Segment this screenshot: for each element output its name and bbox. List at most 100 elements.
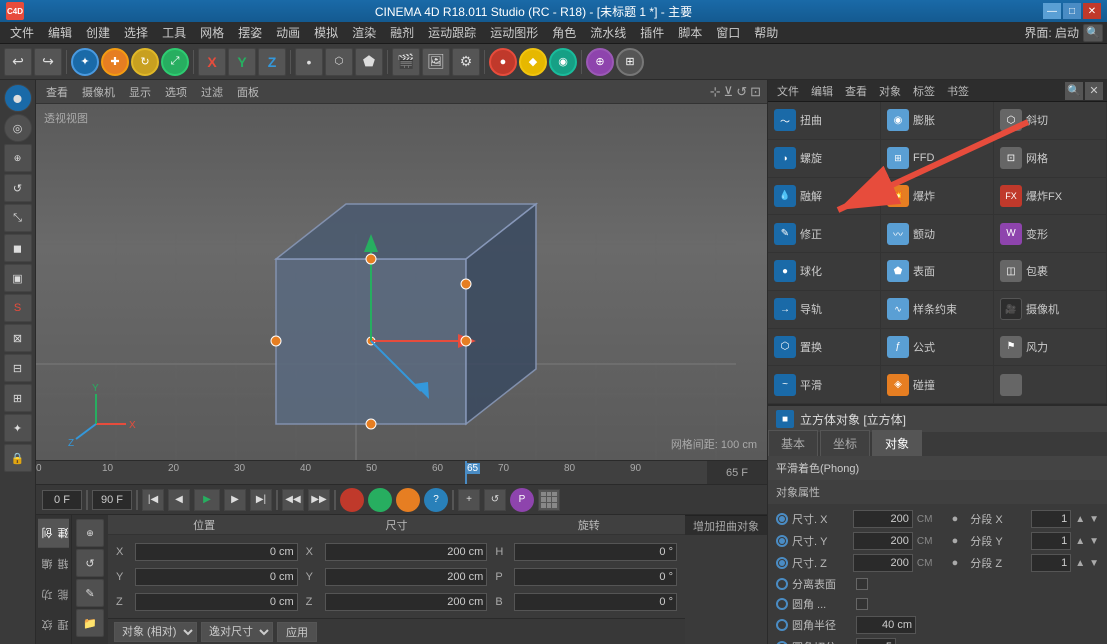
end-frame-input[interactable] [92,490,132,510]
play-circle[interactable] [368,488,392,512]
deformer-wrap[interactable]: ◫ 包裹 [994,253,1107,291]
next-keyframe[interactable]: ▶▶ [308,489,330,511]
menu-plugins[interactable]: 插件 [634,23,670,43]
mode-z-button[interactable]: Z [258,48,286,76]
seg-z-input[interactable] [1031,554,1071,572]
radio-fillet-radius[interactable] [776,619,788,631]
seg-z-down[interactable]: ▼ [1089,558,1099,569]
deformer-explode[interactable]: 💥 爆炸 [881,178,994,216]
info-circle[interactable]: ? [424,488,448,512]
go-end-button[interactable]: ▶| [250,489,272,511]
menu-mesh[interactable]: 网格 [194,23,230,43]
menu-pose[interactable]: 摆姿 [232,23,268,43]
rp-menu-tag[interactable]: 标签 [908,81,940,101]
vt-icon-3[interactable]: ↺ [736,84,747,100]
timeline[interactable]: 0 10 20 30 40 50 60 65 70 80 90 65 F [36,460,767,484]
seg-x-down[interactable]: ▼ [1089,514,1099,525]
menu-simulate[interactable]: 模拟 [308,23,344,43]
rp-menu-bookmark[interactable]: 书签 [942,81,974,101]
mode-y-button[interactable]: Y [228,48,256,76]
timeline-ruler[interactable]: 0 10 20 30 40 50 60 65 70 80 90 [36,461,707,484]
size-y-input[interactable] [853,532,913,550]
deformer-melt[interactable]: 💧 融解 [768,178,881,216]
close-button[interactable]: ✕ [1083,3,1101,19]
seg-x-input[interactable] [1031,510,1071,528]
left-btn-10[interactable]: ✦ [4,414,32,442]
vt-filter[interactable]: 过滤 [197,84,227,100]
menu-render[interactable]: 渲染 [346,23,382,43]
deformer-displace[interactable]: ⬡ 置换 [768,329,881,367]
y-size-input[interactable] [325,568,488,586]
z-size-input[interactable] [325,593,488,611]
seg-y-input[interactable] [1031,532,1071,550]
next-frame-button[interactable]: ▶ [224,489,246,511]
timeline-playhead[interactable] [465,461,467,484]
menu-mograph[interactable]: 融剂 [384,23,420,43]
motion-button[interactable]: ◉ [549,48,577,76]
deformer-camera[interactable]: 🎥 摄像机 [994,291,1107,329]
key-button[interactable]: ◆ [519,48,547,76]
render-view-button[interactable]: 🖼 [422,48,450,76]
deformer-collision[interactable]: ◈ 碰撞 [881,366,994,404]
left-btn-select[interactable]: ◎ [4,114,32,142]
bl-btn4[interactable]: 📁 [76,609,104,637]
vt-camera[interactable]: 摄像机 [78,84,119,100]
menu-create[interactable]: 创建 [80,23,116,43]
apply-button[interactable]: 应用 [277,622,317,642]
radio-fillet[interactable] [776,598,788,610]
fillet-seg-input[interactable] [856,638,896,644]
deformer-spherify[interactable]: ● 球化 [768,253,881,291]
bl-btn1[interactable]: ⊕ [76,519,104,547]
check-fillet[interactable] [856,598,868,610]
z-pos-input[interactable] [135,593,298,611]
radio-separate[interactable] [776,578,788,590]
left-btn-lock[interactable]: 🔒 [4,444,32,472]
minimize-button[interactable]: — [1043,3,1061,19]
deformer-shear[interactable]: ⬡ 斜切 [994,102,1107,140]
vt-icon-4[interactable]: ⊡ [750,84,761,100]
vt-icon-1[interactable]: ⊹ [710,84,721,100]
left-btn-8[interactable]: ⊟ [4,354,32,382]
deformer-surface[interactable]: ⬟ 表面 [881,253,994,291]
bl-btn2[interactable]: ↺ [76,549,104,577]
search-button[interactable]: 🔍 [1083,24,1103,42]
deformer-formula[interactable]: ƒ 公式 [881,329,994,367]
rp-close-icon[interactable]: ✕ [1085,82,1103,100]
tab-coords[interactable]: 坐标 [820,430,870,456]
size-x-input[interactable] [853,510,913,528]
deformer-rail[interactable]: → 导轨 [768,291,881,329]
deformer-smooth[interactable]: ~ 平滑 [768,366,881,404]
add-keyframe[interactable]: + [458,489,480,511]
seg-x-up[interactable]: ▲ [1075,514,1085,525]
menu-script[interactable]: 脚本 [672,23,708,43]
deformer-twist[interactable]: 〜 扭曲 [768,102,881,140]
check-separate[interactable] [856,578,868,590]
edges-mode[interactable]: ⬡ [325,48,353,76]
deformer-wind[interactable]: ⚑ 风力 [994,329,1107,367]
rp-search-icon[interactable]: 🔍 [1065,82,1083,100]
menu-animate[interactable]: 动画 [270,23,306,43]
menu-motiongraph[interactable]: 运动图形 [484,23,544,43]
deformer-ffd[interactable]: ⊞ FFD [881,140,994,178]
menu-select[interactable]: 选择 [118,23,154,43]
vt-display[interactable]: 显示 [125,84,155,100]
deformer-morph[interactable]: W 变形 [994,215,1107,253]
deformer-mesh[interactable]: ⊡ 网格 [994,140,1107,178]
x-pos-input[interactable] [135,543,298,561]
left-btn-main[interactable]: ⬤ [4,84,32,112]
tab-basic[interactable]: 基本 [768,430,818,456]
tab-texture[interactable]: 纹理 [38,611,69,640]
refresh-button[interactable]: ↺ [484,489,506,511]
radio-size-y[interactable] [776,535,788,547]
deformer-explodefx[interactable]: FX 爆炸FX [994,178,1107,216]
rp-menu-edit[interactable]: 编辑 [806,81,838,101]
deformer-correct[interactable]: ✎ 修正 [768,215,881,253]
left-btn-7[interactable]: ⊠ [4,324,32,352]
vt-select[interactable]: 选项 [161,84,191,100]
tab-create[interactable]: 创建 [38,519,69,548]
forward-circle[interactable] [396,488,420,512]
left-btn-4[interactable]: ◼ [4,234,32,262]
vt-panel[interactable]: 面板 [233,84,263,100]
left-btn-6[interactable]: S [4,294,32,322]
menu-character[interactable]: 角色 [546,23,582,43]
